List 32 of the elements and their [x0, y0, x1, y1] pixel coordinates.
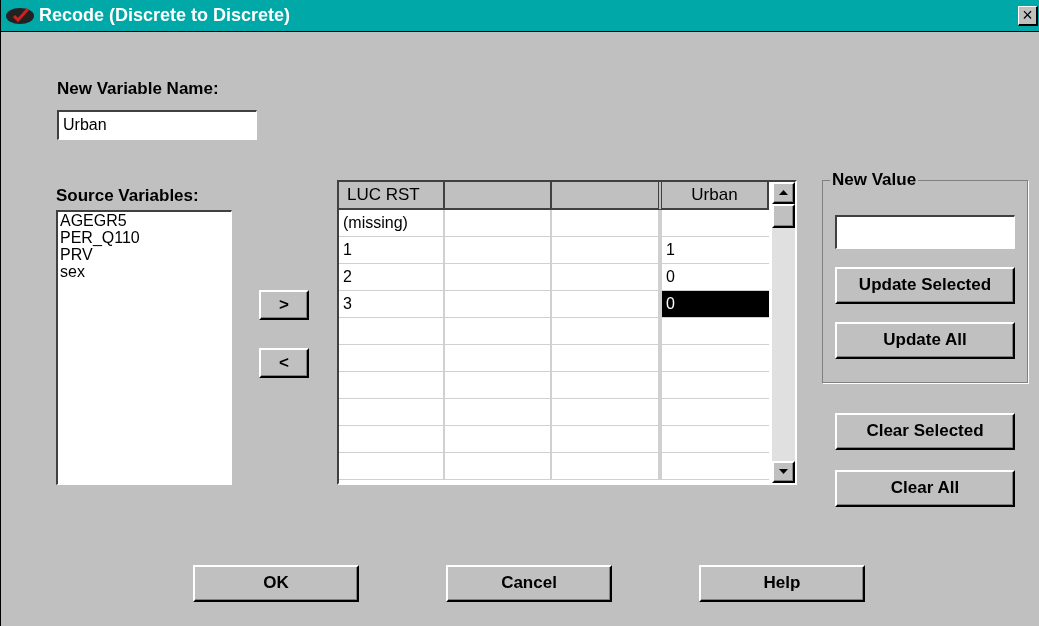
remove-button[interactable]: < [259, 347, 309, 378]
table-cell: (missing) [339, 209, 445, 236]
help-button[interactable]: Help [699, 564, 865, 602]
table-cell: 3 [339, 290, 445, 317]
column-header: Urban [662, 181, 769, 210]
close-button[interactable]: × [1018, 5, 1038, 26]
scroll-up-button[interactable] [772, 181, 795, 204]
list-item[interactable]: sex [60, 262, 229, 280]
update-all-button[interactable]: Update All [835, 321, 1015, 359]
list-label: Source Variables: [56, 185, 200, 206]
table-cell[interactable]: 0 [662, 290, 769, 317]
vertical-scrollbar[interactable] [772, 181, 795, 483]
clear-selected-button[interactable]: Clear Selected [835, 412, 1015, 450]
list-item[interactable]: PER_Q110 [60, 228, 229, 246]
column-header: LUC RST [339, 181, 445, 210]
cancel-button[interactable]: Cancel [446, 564, 612, 602]
scroll-down-button[interactable] [772, 460, 795, 483]
list-item[interactable]: AGEGR5 [60, 211, 229, 229]
update-selected-button[interactable]: Update Selected [835, 266, 1015, 304]
scroll-thumb[interactable] [772, 203, 795, 228]
add-button[interactable]: > [259, 289, 309, 320]
variable-name-field[interactable]: Urban [57, 109, 257, 140]
up-arrow-icon [779, 190, 788, 195]
table-cell: 1 [339, 236, 445, 263]
window-title: Recode (Discrete to Discrete) [39, 4, 291, 27]
ok-button[interactable]: OK [193, 564, 359, 602]
table-cell: 2 [339, 263, 445, 290]
down-arrow-icon [779, 469, 788, 474]
list-item[interactable]: PRV [60, 245, 229, 263]
field-label: New Variable Name: [57, 78, 220, 100]
clear-all-button[interactable]: Clear All [835, 469, 1015, 507]
new-value-field[interactable] [835, 214, 1015, 249]
